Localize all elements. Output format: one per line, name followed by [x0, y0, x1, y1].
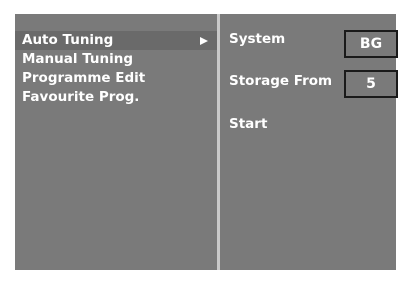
- menu-item-label: Auto Tuning: [22, 32, 114, 48]
- storage-from-label: Storage From: [229, 73, 333, 89]
- main-menu: Auto Tuning Manual Tuning Programme Edit…: [15, 14, 217, 270]
- menu-item-programme-edit[interactable]: Programme Edit: [15, 69, 217, 88]
- auto-tuning-panel: System BG Storage From 5 Start: [220, 14, 398, 270]
- triangle-right-icon: [200, 37, 208, 45]
- menu-item-favourite-prog[interactable]: Favourite Prog.: [15, 88, 217, 107]
- start-button[interactable]: Start: [229, 115, 267, 134]
- storage-from-value-box[interactable]: 5: [344, 70, 398, 98]
- menu-item-manual-tuning[interactable]: Manual Tuning: [15, 50, 217, 69]
- menu-item-label: Manual Tuning: [22, 51, 134, 67]
- system-label: System: [229, 31, 286, 47]
- menu-item-auto-tuning[interactable]: Auto Tuning: [15, 31, 217, 50]
- menu-item-label: Favourite Prog.: [22, 89, 140, 105]
- tv-menu-screen: Auto Tuning Manual Tuning Programme Edit…: [15, 14, 398, 270]
- system-value-box[interactable]: BG: [344, 30, 398, 58]
- menu-item-label: Programme Edit: [22, 70, 146, 86]
